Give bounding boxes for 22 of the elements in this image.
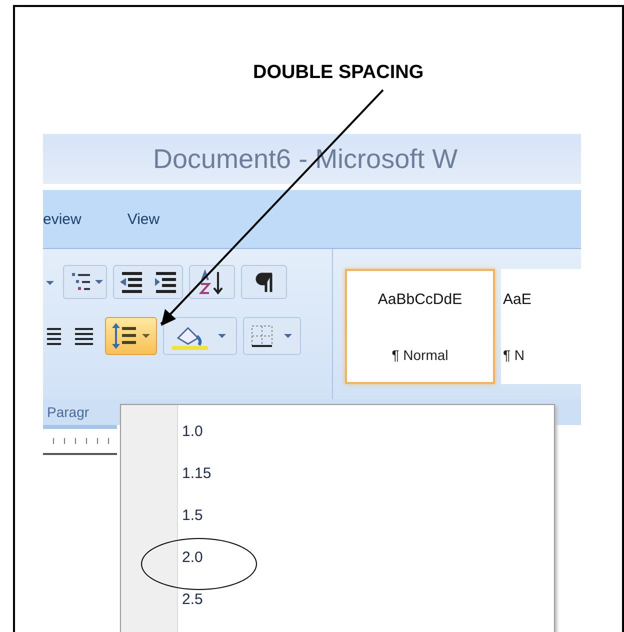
ribbon-tab[interactable]: eview xyxy=(43,206,82,232)
style-name: ¶ N xyxy=(503,346,525,362)
style-sample-text: AaBbCcDdE xyxy=(378,290,462,308)
shading-icon[interactable] xyxy=(163,317,237,355)
line-spacing-button[interactable] xyxy=(105,317,157,355)
menu-item[interactable]: 2.5 xyxy=(178,589,207,610)
multilevel-list-icon[interactable] xyxy=(63,265,107,299)
menu-item[interactable]: 1.15 xyxy=(178,463,216,484)
style-sample-text: AaE xyxy=(503,290,532,308)
group-label: Paragr xyxy=(47,404,90,420)
style-preview[interactable]: AaE ¶ N xyxy=(501,269,581,384)
borders-icon[interactable] xyxy=(243,317,301,355)
menu-item[interactable]: 1.0 xyxy=(178,421,207,442)
menu-item[interactable]: 1.5 xyxy=(178,505,207,526)
ribbon-tab[interactable]: View xyxy=(127,206,160,232)
menu-item[interactable]: 2.0 xyxy=(178,547,207,568)
sort-icon[interactable] xyxy=(189,265,235,299)
pilcrow-icon[interactable] xyxy=(241,265,287,299)
window-title: Document6 - Microsoft W xyxy=(153,144,458,174)
style-name: ¶ Normal xyxy=(392,346,448,362)
style-preview[interactable]: AaBbCcDdE ¶ Normal xyxy=(345,269,495,384)
annotation-label: DOUBLE SPACING xyxy=(253,62,424,83)
